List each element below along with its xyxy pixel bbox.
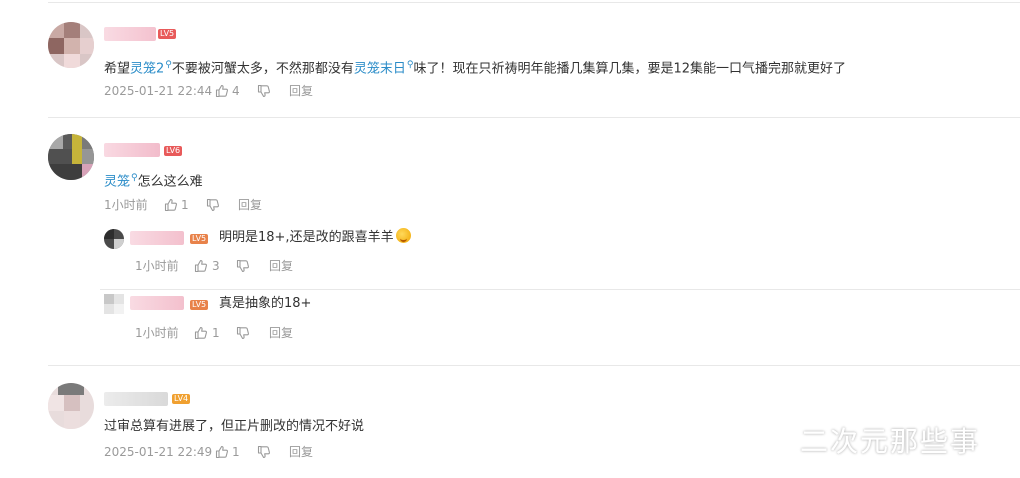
thumbs-down-icon[interactable] bbox=[257, 84, 271, 98]
thumbs-up-icon[interactable] bbox=[215, 84, 229, 98]
username[interactable] bbox=[104, 143, 160, 157]
comment-text: 希望灵笼2⚲不要被河蟹太多，不然那都没有灵笼末日⚲味了！现在只祈祷明年能播几集算… bbox=[104, 60, 847, 77]
timestamp: 1小时前 bbox=[135, 259, 179, 273]
thumbs-down-icon[interactable] bbox=[257, 445, 271, 459]
topic-link[interactable]: 灵笼 bbox=[104, 174, 130, 189]
like-count: 1 bbox=[181, 198, 189, 212]
username[interactable] bbox=[130, 296, 184, 310]
avatar[interactable] bbox=[48, 22, 94, 68]
divider bbox=[48, 117, 1020, 118]
search-link-icon[interactable]: ⚲ bbox=[407, 60, 414, 70]
divider bbox=[48, 2, 1020, 3]
reply-button[interactable]: 回复 bbox=[238, 197, 262, 213]
watermark: 二次元那些事 bbox=[800, 425, 981, 458]
level-badge: LV6 bbox=[164, 146, 183, 156]
thumbs-down-icon[interactable] bbox=[236, 326, 250, 340]
like-count: 1 bbox=[212, 326, 220, 340]
topic-link[interactable]: 灵笼末日 bbox=[354, 61, 406, 76]
reply-button[interactable]: 回复 bbox=[289, 444, 313, 460]
like-count: 3 bbox=[212, 259, 220, 273]
thumbs-up-icon[interactable] bbox=[215, 445, 229, 459]
like-count: 1 bbox=[232, 445, 240, 459]
reply-text: 真是抽象的18+ bbox=[219, 296, 312, 311]
avatar[interactable] bbox=[104, 229, 124, 249]
timestamp: 1小时前 bbox=[104, 198, 148, 212]
comment-text: 灵笼⚲怎么这么难 bbox=[104, 173, 203, 190]
avatar[interactable] bbox=[104, 294, 124, 314]
divider bbox=[48, 365, 1020, 366]
timestamp: 1小时前 bbox=[135, 326, 179, 340]
reply-button[interactable]: 回复 bbox=[289, 83, 313, 99]
reply-text: 明明是18+,还是改的跟喜羊羊 bbox=[219, 228, 411, 247]
laughing-emoji-icon bbox=[395, 228, 411, 243]
thumbs-up-icon[interactable] bbox=[194, 326, 208, 340]
level-badge: LV5 bbox=[158, 29, 177, 39]
thumbs-down-icon[interactable] bbox=[206, 198, 220, 212]
level-badge: LV5 bbox=[190, 234, 209, 244]
like-count: 4 bbox=[232, 84, 240, 98]
comment-text: 过审总算有进展了，但正片删改的情况不好说 bbox=[104, 419, 365, 434]
reply-button[interactable]: 回复 bbox=[269, 258, 293, 274]
reply-button[interactable]: 回复 bbox=[269, 325, 293, 341]
thumbs-down-icon[interactable] bbox=[236, 259, 250, 273]
topic-link[interactable]: 灵笼2 bbox=[130, 61, 164, 76]
timestamp: 2025-01-21 22:49 bbox=[104, 445, 213, 459]
level-badge: LV5 bbox=[190, 300, 209, 310]
avatar[interactable] bbox=[48, 383, 94, 429]
timestamp: 2025-01-21 22:44 bbox=[104, 84, 213, 98]
thumbs-up-icon[interactable] bbox=[164, 198, 178, 212]
thumbs-up-icon[interactable] bbox=[194, 259, 208, 273]
username[interactable] bbox=[104, 392, 168, 406]
avatar[interactable] bbox=[48, 134, 94, 180]
search-link-icon[interactable]: ⚲ bbox=[165, 60, 172, 70]
search-link-icon[interactable]: ⚲ bbox=[131, 173, 138, 183]
level-badge: LV4 bbox=[172, 394, 191, 404]
username[interactable] bbox=[104, 27, 156, 41]
username[interactable] bbox=[130, 231, 184, 245]
divider bbox=[100, 289, 1020, 290]
